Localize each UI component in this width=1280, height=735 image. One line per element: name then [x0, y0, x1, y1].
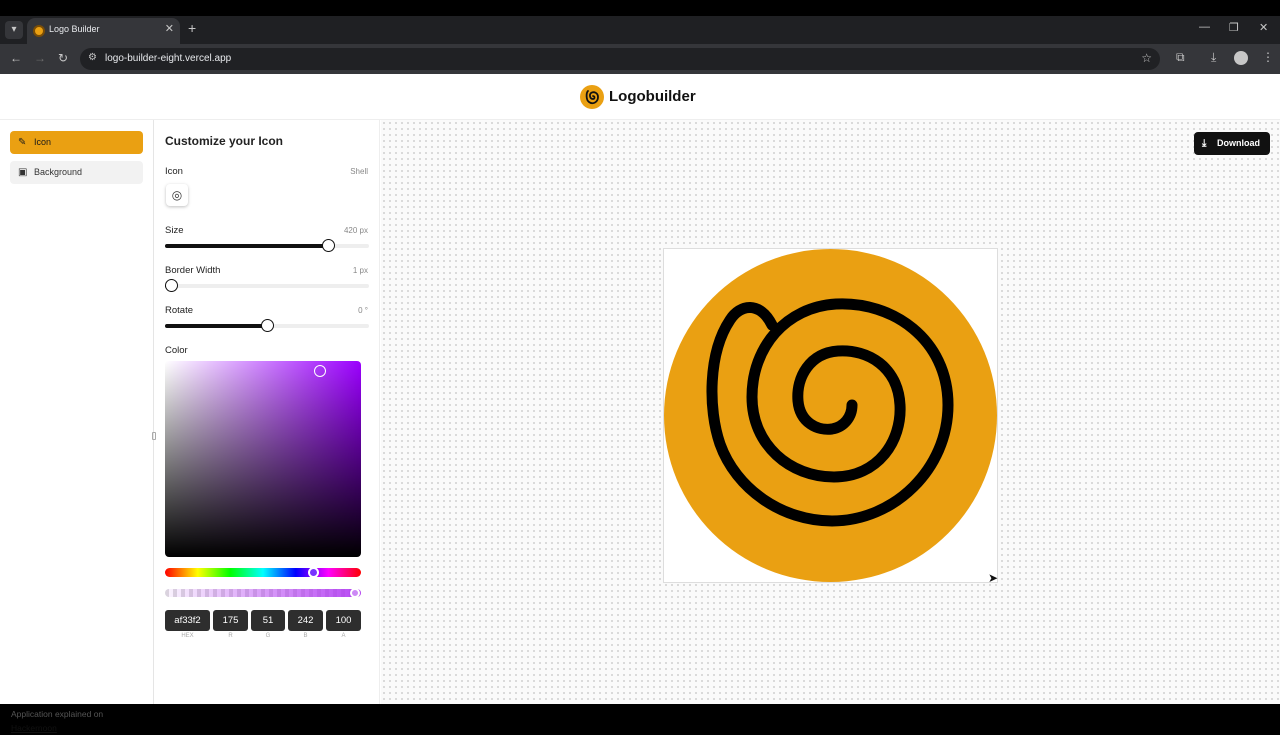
picker-thumb[interactable] — [314, 365, 326, 377]
alpha-slider[interactable] — [165, 588, 361, 598]
border-width-value: 1 px — [352, 266, 368, 275]
sidebar-item-icon[interactable]: ✎ Icon — [10, 131, 143, 154]
address-bar[interactable]: ⚙ logo-builder-eight.vercel.app ☆ — [80, 48, 1160, 70]
browser-tab-bar: ▾ Logo Builder ✕ + — ❐ ✕ — [0, 16, 1280, 44]
blue-input[interactable]: 242 — [288, 610, 323, 631]
hue-thumb[interactable] — [308, 567, 319, 578]
sidebar-item-background[interactable]: ▣ Background — [10, 161, 143, 184]
plus-icon[interactable]: + — [188, 20, 196, 36]
screen: ▾ Logo Builder ✕ + — ❐ ✕ ← → ↻ ⚙ logo-bu… — [0, 0, 1280, 733]
sidebar: ✎ Icon ▣ Background Application explaine… — [0, 120, 154, 733]
size-value: 420 px — [343, 226, 368, 235]
star-icon[interactable]: ☆ — [1141, 51, 1152, 65]
credit: Application explained on Hackernoon — [11, 707, 103, 735]
page: Logobuilder ✎ Icon ▣ Background Applicat… — [0, 74, 1280, 733]
hex-label: HEX — [181, 633, 194, 639]
browser-toolbar: ← → ↻ ⚙ logo-builder-eight.vercel.app ☆ … — [0, 44, 1280, 74]
image-icon: ▣ — [18, 167, 28, 178]
icon-label: Icon — [165, 166, 183, 177]
download-icon[interactable]: ⤓ — [1211, 50, 1216, 65]
logo-artboard[interactable]: ➤ — [663, 248, 999, 585]
slider-thumb[interactable] — [322, 239, 336, 252]
slider-fill — [165, 244, 329, 248]
tab-title: Logo Builder — [49, 24, 100, 34]
alpha-input[interactable]: 100 — [326, 610, 361, 631]
hex-input[interactable]: af33f2 — [165, 610, 210, 631]
back-icon[interactable]: ← — [10, 51, 22, 65]
alpha-label: A — [341, 633, 346, 639]
slider-fill — [165, 324, 267, 328]
color-label: Color — [165, 345, 188, 356]
slider-thumb[interactable] — [165, 279, 179, 292]
panel-title: Customize your Icon — [165, 134, 284, 148]
logo-preview — [664, 249, 997, 582]
slider-thumb[interactable] — [261, 319, 274, 332]
shell-icon: ◎ — [171, 188, 183, 202]
restore-icon[interactable]: ❐ — [1229, 21, 1239, 34]
size-slider[interactable] — [165, 239, 369, 252]
hue-slider[interactable] — [165, 567, 361, 578]
preview-canvas: ⤓ Download ➤ — [381, 120, 1280, 704]
site-info-icon[interactable]: ⚙ — [88, 52, 97, 63]
app-header: Logobuilder — [0, 74, 1280, 120]
reload-icon[interactable]: ↻ — [58, 51, 68, 65]
close-icon[interactable]: ✕ — [165, 22, 174, 35]
border-width-slider[interactable] — [165, 279, 369, 292]
download-icon: ⤓ — [1202, 138, 1207, 149]
pen-tool-icon: ✎ — [18, 137, 27, 148]
close-window-icon[interactable]: ✕ — [1259, 21, 1268, 34]
favicon — [33, 25, 45, 37]
size-label: Size — [165, 225, 184, 236]
customize-panel: Customize your Icon Icon Shell ◎ Size 42… — [154, 120, 380, 704]
border-width-label: Border Width — [165, 265, 221, 276]
extensions-icon[interactable]: ⧉ — [1176, 50, 1185, 65]
url-text: logo-builder-eight.vercel.app — [105, 53, 232, 64]
rotate-slider[interactable] — [165, 319, 369, 332]
app-title: Logobuilder — [609, 88, 696, 105]
more-icon[interactable]: ⋮ — [1262, 50, 1274, 64]
rotate-value: 0 ° — [358, 306, 368, 315]
red-label: R — [228, 633, 233, 639]
download-label: Download — [1217, 138, 1260, 148]
forward-icon[interactable]: → — [34, 51, 46, 65]
icon-name: Shell — [350, 167, 368, 176]
tab-search-icon[interactable]: ▾ — [5, 21, 23, 39]
credit-text: Application explained on — [11, 709, 104, 719]
browser-tab[interactable]: Logo Builder ✕ — [27, 18, 180, 44]
cursor-icon: ➤ — [988, 571, 999, 585]
red-input[interactable]: 175 — [213, 610, 248, 631]
sidebar-item-label: Background — [34, 167, 83, 177]
saturation-picker[interactable] — [165, 361, 361, 557]
alpha-thumb[interactable] — [350, 588, 360, 598]
shell-logo-icon — [580, 85, 604, 109]
blue-label: B — [303, 633, 308, 639]
rotate-label: Rotate — [165, 305, 193, 316]
icon-select-button[interactable]: ◎ — [166, 184, 188, 206]
minimize-icon[interactable]: — — [1199, 21, 1210, 33]
hackernoon-link[interactable]: Hackernoon — [11, 721, 103, 735]
green-label: G — [265, 633, 271, 639]
green-input[interactable]: 51 — [251, 610, 285, 631]
download-button[interactable]: ⤓ Download — [1194, 132, 1270, 155]
sidebar-item-label: Icon — [34, 137, 52, 147]
profile-icon[interactable] — [1234, 51, 1248, 65]
